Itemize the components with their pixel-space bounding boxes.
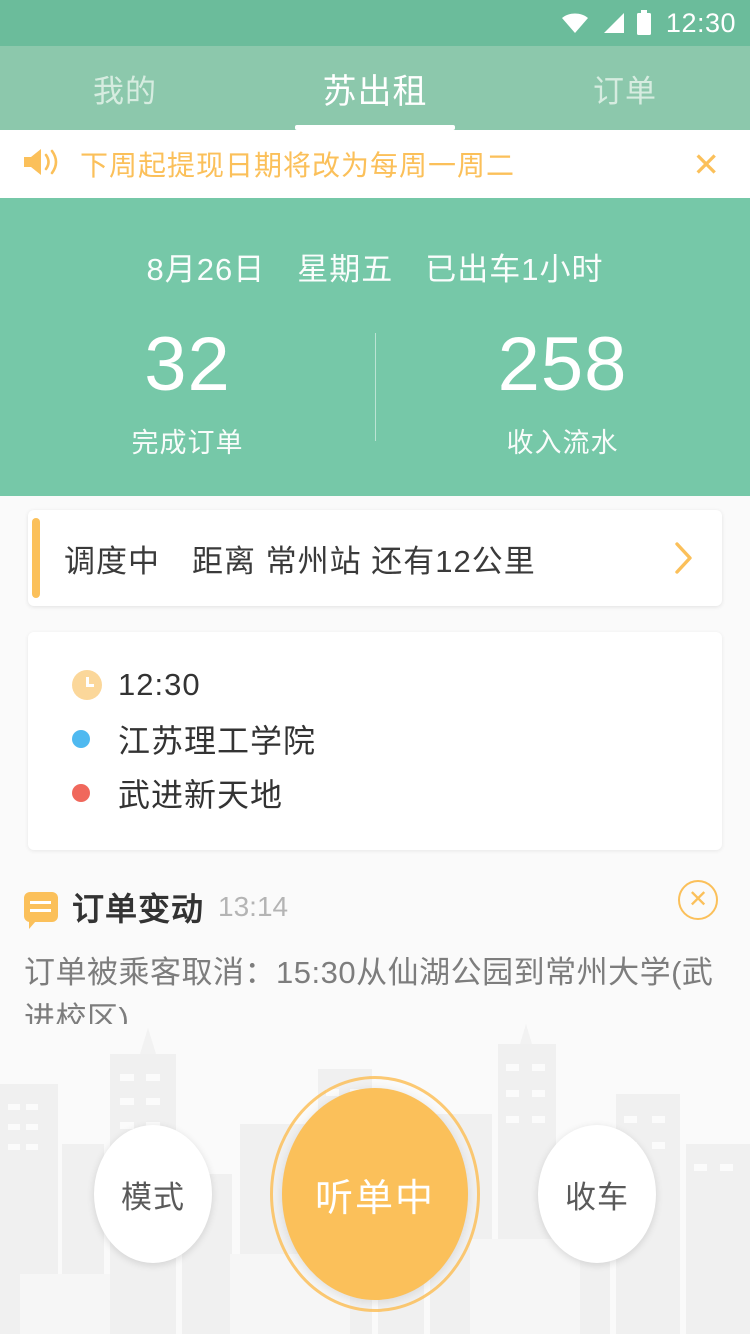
tab-mine-label: 我的 [93,73,157,109]
notification-time: 13:14 [218,891,289,922]
stats-date-line: 8月26日 星期五 已出车1小时 [146,252,604,287]
tab-active-indicator [295,125,455,130]
tab-orders[interactable]: 订单 [500,46,750,130]
stat-income-value: 258 [497,322,628,407]
stat-completed-orders-label: 完成订单 [131,428,244,458]
daily-stats-panel: 8月26日 星期五 已出车1小时 32 完成订单 258 收入流水 [0,198,750,496]
trip-row-time: 12:30 [28,658,722,712]
stat-completed-orders: 32 完成订单 [0,327,375,460]
notification-close-button[interactable]: ✕ [678,880,718,920]
dispatch-status-text: 调度中 距离 常州站 还有12公里 [64,543,536,579]
banner-close-button[interactable]: ✕ [684,142,728,187]
stat-income: 258 收入流水 [375,327,750,460]
mode-button-label: 模式 [121,1179,185,1215]
message-bubble-icon [24,892,58,929]
stat-income-label: 收入流水 [506,428,619,458]
announcement-text: 下周起提现日期将改为每周一周二 [80,150,516,181]
notification-title: 订单变动 [72,891,205,927]
wifi-icon [560,11,590,35]
trip-card[interactable]: 12:30 江苏理工学院 武进新天地 [28,632,722,850]
trip-destination-text: 武进新天地 [118,777,284,813]
end-shift-button-label: 收车 [565,1179,629,1215]
destination-dot-icon [72,784,118,802]
tab-suchuzu-label: 苏出租 [322,72,428,111]
clock-icon [72,670,118,700]
battery-icon [636,10,652,36]
megaphone-icon [22,146,62,183]
bottom-action-bar: 模式 听单中 收车 [0,1024,750,1334]
tab-suchuzu[interactable]: 苏出租 [250,46,500,130]
trip-origin-text: 江苏理工学院 [118,723,317,759]
listening-status-button[interactable]: 听单中 [282,1088,468,1300]
order-change-notification: 订单变动 13:14 ✕ 订单被乘客取消：15:30从仙湖公园到常州大学(武进校… [24,880,726,1042]
trip-row-origin: 江苏理工学院 [28,712,722,766]
action-buttons-row: 模式 听单中 收车 [0,1054,750,1334]
dispatch-status-card[interactable]: 调度中 距离 常州站 还有12公里 [28,510,722,606]
stats-row: 32 完成订单 258 收入流水 [0,327,750,460]
main-content: 调度中 距离 常州站 还有12公里 12:30 江苏理工学院 武进新天地 订单变… [0,510,750,1071]
status-bar: 12:30 [0,0,750,46]
app-root: 12:30 我的 苏出租 订单 下周起提现日期将改为每周一周二 ✕ 8月26日 … [0,0,750,1334]
dispatch-accent-bar [32,518,40,598]
announcement-banner[interactable]: 下周起提现日期将改为每周一周二 ✕ [0,130,750,198]
stat-completed-orders-value: 32 [144,322,231,407]
tab-bar: 我的 苏出租 订单 [0,46,750,130]
tab-mine[interactable]: 我的 [0,46,250,130]
trip-row-destination: 武进新天地 [28,766,722,820]
end-shift-button[interactable]: 收车 [538,1125,656,1263]
signal-icon [600,11,626,35]
tab-orders-label: 订单 [593,73,657,109]
notification-header: 订单变动 13:14 ✕ [24,880,726,930]
mode-button[interactable]: 模式 [94,1125,212,1263]
chevron-right-icon[interactable] [674,541,722,575]
listening-button-wrap: 听单中 [270,1076,480,1312]
origin-dot-icon [72,730,118,748]
trip-time-text: 12:30 [118,667,201,702]
listening-status-label: 听单中 [314,1177,435,1220]
status-bar-clock: 12:30 [665,7,736,38]
